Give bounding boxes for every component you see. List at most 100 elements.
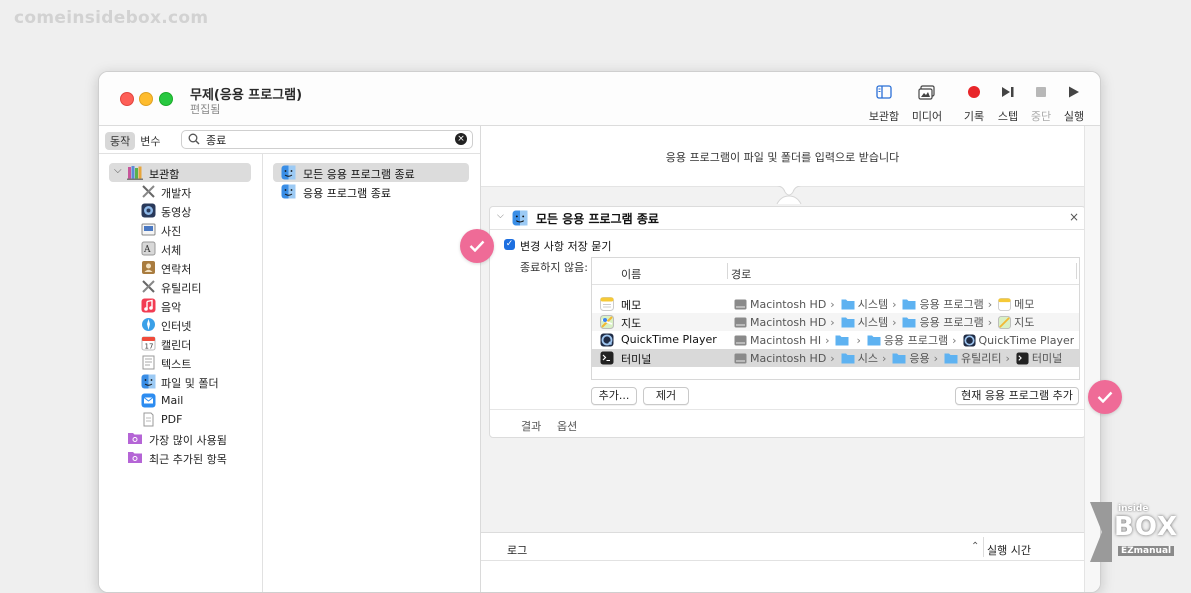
segmented-control: 동작 변수 [105, 132, 166, 150]
path-segment: QuickTime Player [978, 333, 1074, 347]
library-item-label: 음악 [161, 301, 182, 314]
action-quit-all-apps[interactable]: 모든 응용 프로그램 종료 [273, 163, 469, 182]
maps-app-icon [998, 315, 1012, 329]
automator-window: 무제(응용 프로그램) 편집됨 보관함 미디어 기록 스텝 중단 실행 동작 변… [98, 71, 1101, 593]
library-item-contacts[interactable]: 연락처 [141, 258, 261, 277]
results-toggle[interactable]: 결과 [521, 418, 541, 434]
column-header-name[interactable]: 이름 [621, 266, 641, 282]
ask-save-checkbox[interactable]: ✓ [504, 239, 515, 250]
add-button[interactable]: 추가... [591, 387, 637, 405]
play-icon [1069, 86, 1079, 98]
clear-search-icon[interactable]: × [455, 133, 467, 145]
folder-icon [902, 299, 916, 310]
library-item-pdf[interactable]: PDF [141, 410, 261, 429]
library-item-photos[interactable]: 사진 [141, 220, 261, 239]
column-divider [983, 537, 984, 557]
app-name: 지도 [621, 317, 642, 330]
run-toolbar-button[interactable]: 실행 [1054, 82, 1094, 124]
library-item-fonts[interactable]: A 서체 [141, 239, 261, 258]
library-toolbar-button[interactable]: 보관함 [864, 82, 904, 124]
zoom-window-button[interactable] [159, 92, 173, 106]
window-subtitle: 편집됨 [190, 103, 221, 116]
app-path: Macintosh HI › › 응용 프로그램 › QuickTime Playe… [734, 332, 1074, 348]
close-icon[interactable]: × [1069, 210, 1079, 224]
close-window-button[interactable] [120, 92, 134, 106]
library-item-music[interactable]: 음악 [141, 296, 261, 315]
quicktime-app-icon [962, 333, 976, 347]
library-root-label: 보관함 [149, 168, 180, 181]
library-item-label: 연락처 [161, 263, 192, 276]
minimize-window-button[interactable] [139, 92, 153, 106]
media-toolbar-label: 미디어 [911, 110, 943, 123]
logo-text-main: BOX [1114, 512, 1179, 542]
action-card-quit-all-apps: ⌵ 모든 응용 프로그램 종료 × ✓ 변경 사항 저장 묻기 종료하지 않음:… [489, 206, 1086, 438]
table-row[interactable]: QuickTime Player Macintosh HI › › 응용 프로그램… [592, 331, 1079, 349]
app-path: Macintosh HD › 시스 › 응용 › 유틸리티 › 터미널 [734, 350, 1074, 366]
action-card-title: 모든 응용 프로그램 종료 [536, 212, 659, 226]
smart-group-recently-added[interactable]: 최근 추가된 항목 [127, 448, 257, 467]
workflow-pane: 응용 프로그램이 파일 및 폴더를 입력으로 받습니다 ⌵ 모든 응용 프로그램… [481, 126, 1100, 592]
options-toggle[interactable]: 옵션 [557, 418, 577, 434]
library-item-utilities[interactable]: 유틸리티 [141, 277, 261, 296]
app-name: 터미널 [621, 353, 652, 366]
path-segment: 응용 [909, 352, 930, 365]
table-row[interactable]: 터미널 Macintosh HD › 시스 › 응용 › 유틸리티 › 터미널 [592, 349, 1079, 367]
divider [481, 560, 1084, 561]
library-item-internet[interactable]: 인터넷 [141, 315, 261, 334]
library-item-files-folders[interactable]: 파일 및 폴더 [141, 372, 261, 391]
media-toolbar-button[interactable]: 미디어 [907, 82, 947, 124]
library-item-movies[interactable]: 동영상 [141, 201, 261, 220]
column-header-path[interactable]: 경로 [731, 266, 751, 282]
collapse-chevron-icon[interactable]: ⌵ [497, 211, 504, 221]
chevron-down-icon[interactable]: ⌵ [114, 165, 122, 176]
library-item-label: 서체 [161, 244, 182, 257]
finder-icon [281, 184, 296, 199]
column-divider[interactable] [262, 154, 263, 592]
smart-group-label: 최근 추가된 항목 [149, 453, 227, 466]
input-note-text: 응용 프로그램이 파일 및 폴더를 입력으로 받습니다 [665, 151, 900, 164]
remove-button[interactable]: 제거 [643, 387, 689, 405]
record-icon [968, 86, 980, 98]
disk-icon [734, 317, 747, 327]
smart-group-most-used[interactable]: 가장 많이 사용됨 [127, 429, 257, 448]
library-item-label: Mail [161, 394, 184, 407]
left-pane: 동작 변수 종료 × ⌵ 보관함 개발자 동영상 사진 A 서체 연락처 유틸리… [99, 126, 481, 592]
library-item-label: 개발자 [161, 187, 192, 200]
tab-variables[interactable]: 변수 [135, 132, 165, 150]
pdf-icon [143, 412, 154, 427]
duration-column-header[interactable]: 실행 시간 [987, 542, 1031, 558]
action-label: 응용 프로그램 종료 [303, 187, 391, 200]
add-current-app-button[interactable]: 현재 응용 프로그램 추가 [955, 387, 1079, 405]
log-pane: 로그 ⌃ 실행 시간 [481, 532, 1084, 592]
mail-icon [141, 393, 156, 408]
divider [490, 409, 1085, 410]
path-segment: 시스템 [857, 316, 889, 329]
photos-icon [141, 223, 156, 236]
library-item-text[interactable]: 텍스트 [141, 353, 261, 372]
movies-icon [141, 203, 156, 218]
stop-icon [1036, 87, 1046, 97]
library-root-item[interactable]: ⌵ 보관함 [109, 163, 251, 182]
folder-icon [841, 353, 855, 364]
table-row[interactable]: 지도 Macintosh HD › 시스템 › 응용 프로그램 › 지도 [592, 313, 1079, 331]
action-quit-app[interactable]: 응용 프로그램 종료 [273, 182, 469, 201]
path-segment: 시스 [857, 352, 878, 365]
app-path: Macintosh HD › 시스템 › 응용 프로그램 › 메모 [734, 296, 1074, 312]
library-item-calendar[interactable]: 17 캘린더 [141, 334, 261, 353]
ask-save-label: 변경 사항 저장 묻기 [520, 240, 612, 253]
sort-ascending-icon[interactable]: ⌃ [971, 541, 979, 552]
step-icon [1002, 87, 1014, 97]
tab-actions[interactable]: 동작 [105, 132, 136, 150]
table-row[interactable]: 메모 Macintosh HD › 시스템 › 응용 프로그램 › 메모 [592, 295, 1079, 313]
search-input-value[interactable]: 종료 [206, 132, 226, 148]
text-icon [142, 355, 155, 370]
library-item-mail[interactable]: Mail [141, 391, 261, 410]
fonts-icon: A [141, 241, 156, 256]
dont-quit-table: 이름 경로 메모 Macintosh HD › 시스템 › 응용 프로그램 › 메모 [591, 257, 1080, 380]
disk-icon [734, 353, 747, 363]
internet-icon [142, 318, 155, 331]
search-field[interactable]: 종료 × [181, 130, 473, 149]
log-column-header[interactable]: 로그 [507, 542, 527, 558]
library-item-label: PDF [161, 413, 183, 426]
library-item-developer[interactable]: 개발자 [141, 182, 261, 201]
